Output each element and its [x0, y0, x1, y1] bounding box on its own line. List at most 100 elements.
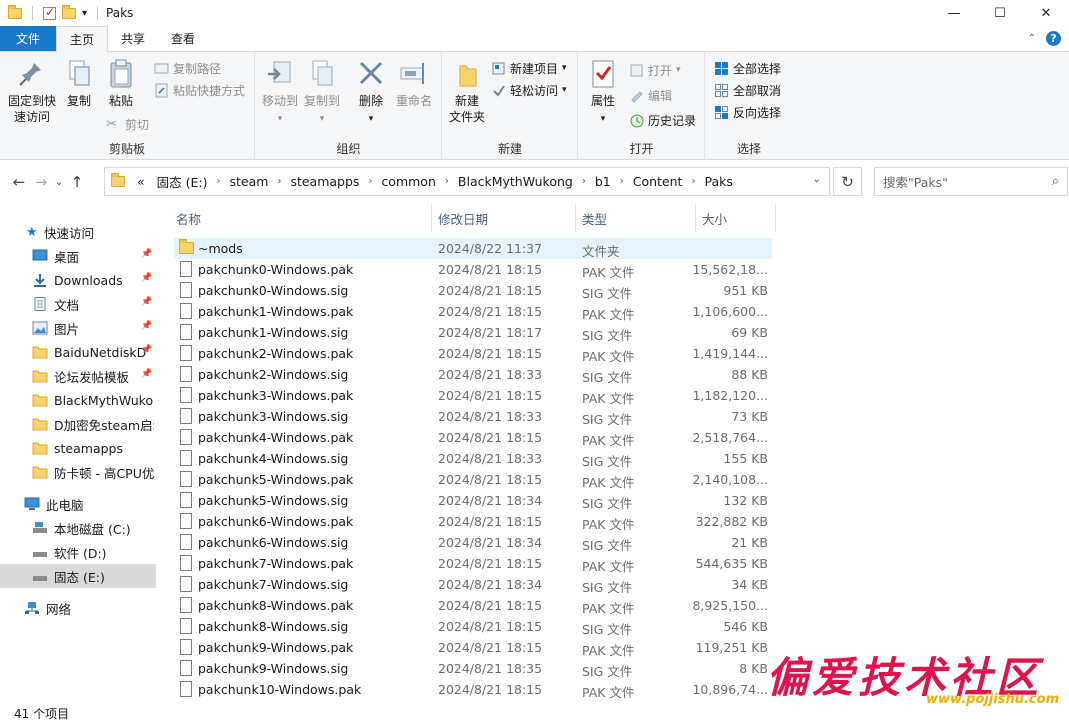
collapse-ribbon-icon[interactable]: ⌃ [1028, 33, 1036, 44]
file-row[interactable]: pakchunk6-Windows.sig 2024/8/21 18:34 SIG … [174, 532, 772, 553]
file-row[interactable]: pakchunk3-Windows.sig 2024/8/21 18:33 SIG … [174, 406, 772, 427]
minimize-button[interactable]: — [931, 0, 977, 26]
chevron-right-icon[interactable]: › [214, 176, 224, 187]
rename-button[interactable]: 重命名 [392, 58, 436, 109]
chevron-right-icon[interactable]: › [442, 176, 452, 187]
chevron-down-icon[interactable]: ⌄ [813, 174, 821, 185]
breadcrumb-overflow[interactable]: « [131, 174, 151, 189]
nav-quick-item[interactable]: 防卡顿 - 高CPU优先 [0, 460, 156, 484]
file-row[interactable]: pakchunk9-Windows.pak 2024/8/21 18:15 PAK … [174, 637, 772, 658]
paste-shortcut-button[interactable]: 粘贴快捷方式 [154, 80, 245, 100]
pin-icon[interactable]: 📌 [141, 249, 152, 259]
file-row[interactable]: pakchunk8-Windows.pak 2024/8/21 18:15 PAK … [174, 595, 772, 616]
close-button[interactable]: ✕ [1023, 0, 1069, 26]
open-button[interactable]: 打开 ▾ [629, 60, 681, 80]
file-row[interactable]: pakchunk8-Windows.sig 2024/8/21 18:15 SIG … [174, 616, 772, 637]
new-folder-icon[interactable] [62, 4, 76, 19]
breadcrumb-item[interactable]: BlackMythWukong [452, 174, 579, 189]
file-row[interactable]: pakchunk6-Windows.pak 2024/8/21 18:15 PAK … [174, 511, 772, 532]
file-row[interactable]: pakchunk7-Windows.pak 2024/8/21 18:15 PAK … [174, 553, 772, 574]
breadcrumb-item[interactable]: Content [627, 174, 689, 189]
file-row[interactable]: pakchunk1-Windows.sig 2024/8/21 18:17 SIG … [174, 322, 772, 343]
file-row[interactable]: pakchunk0-Windows.sig 2024/8/21 18:15 SIG … [174, 280, 772, 301]
tab-view[interactable]: 查看 [158, 26, 208, 51]
nav-quick-access[interactable]: ★ 快速访问 [0, 220, 156, 244]
column-header-size[interactable]: 大小 [696, 204, 776, 232]
properties-icon[interactable] [43, 5, 56, 20]
move-to-button[interactable]: 移动到 ▾ [260, 58, 300, 127]
column-header-date[interactable]: 修改日期 [432, 204, 576, 232]
history-button[interactable]: 历史记录 [629, 110, 696, 130]
nav-quick-item[interactable]: BlackMythWukong [0, 388, 156, 412]
help-icon[interactable]: ? [1046, 31, 1061, 46]
copy-button[interactable]: 复制 [62, 58, 96, 109]
file-row[interactable]: pakchunk2-Windows.sig 2024/8/21 18:33 SIG … [174, 364, 772, 385]
chevron-right-icon[interactable]: › [617, 176, 627, 187]
recent-locations-button[interactable]: ⌄ [52, 177, 66, 188]
chevron-right-icon[interactable]: › [365, 176, 375, 187]
file-row[interactable]: ~mods 2024/8/22 11:37 文件夹 [174, 238, 772, 259]
chevron-right-icon[interactable]: › [688, 176, 698, 187]
column-header-type[interactable]: 类型 [576, 204, 696, 232]
pin-icon[interactable]: 📌 [141, 273, 152, 283]
file-row[interactable]: pakchunk2-Windows.pak 2024/8/21 18:15 PAK … [174, 343, 772, 364]
nav-quick-item[interactable]: Downloads 📌 [0, 268, 156, 292]
cut-button[interactable]: ✂ 剪切 [106, 114, 149, 134]
nav-quick-item[interactable]: 文档 📌 [0, 292, 156, 316]
properties-button[interactable]: 属性 ▾ [585, 58, 621, 127]
breadcrumb-item[interactable]: common [375, 174, 441, 189]
nav-drive-e[interactable]: 固态 (E:) [0, 564, 156, 588]
file-row[interactable]: pakchunk5-Windows.pak 2024/8/21 18:15 PAK … [174, 469, 772, 490]
tab-share[interactable]: 共享 [108, 26, 158, 51]
new-item-button[interactable]: 新建项目 ▾ [491, 58, 567, 78]
nav-quick-item[interactable]: D加密免steam启动 [0, 412, 156, 436]
tab-home[interactable]: 主页 [56, 26, 109, 52]
select-none-button[interactable]: 全部取消 [714, 80, 781, 100]
chevron-right-icon[interactable]: › [274, 176, 284, 187]
file-row[interactable]: pakchunk5-Windows.sig 2024/8/21 18:34 SIG … [174, 490, 772, 511]
pin-icon[interactable]: 📌 [141, 297, 152, 307]
nav-quick-item[interactable]: 论坛发帖模板 📌 [0, 364, 156, 388]
file-row[interactable]: pakchunk1-Windows.pak 2024/8/21 18:15 PAK … [174, 301, 772, 322]
chevron-right-icon[interactable]: › [579, 176, 589, 187]
file-row[interactable]: pakchunk4-Windows.sig 2024/8/21 18:33 SIG … [174, 448, 772, 469]
address-bar[interactable]: « 固态 (E:) › steam › steamapps › common › Bla… [104, 167, 830, 196]
breadcrumb-item[interactable]: 固态 (E:) [151, 172, 214, 191]
nav-quick-item[interactable]: 桌面 📌 [0, 244, 156, 268]
nav-this-pc[interactable]: 此电脑 [0, 492, 156, 516]
pin-icon[interactable]: 📌 [141, 345, 152, 355]
breadcrumb-item[interactable]: Paks [698, 174, 738, 189]
breadcrumb-item[interactable]: steamapps [284, 174, 365, 189]
nav-drive-d[interactable]: 软件 (D:) [0, 540, 156, 564]
up-button[interactable]: ↑ [66, 173, 88, 191]
nav-quick-item[interactable]: 图片 📌 [0, 316, 156, 340]
pin-quick-access-button[interactable]: 固定到快 速访问 [4, 58, 60, 125]
nav-drive-c[interactable]: 本地磁盘 (C:) [0, 516, 156, 540]
file-row[interactable]: pakchunk7-Windows.sig 2024/8/21 18:34 SIG … [174, 574, 772, 595]
easy-access-button[interactable]: 轻松访问 ▾ [491, 80, 567, 100]
file-row[interactable]: pakchunk10-Windows.pak 2024/8/21 18:15 PAK… [174, 679, 772, 700]
paste-button[interactable]: 粘贴 [104, 58, 138, 109]
column-header-name[interactable]: ^ 名称 [170, 204, 432, 232]
file-row[interactable]: pakchunk0-Windows.pak 2024/8/21 18:15 PAK … [174, 259, 772, 280]
file-row[interactable]: pakchunk4-Windows.pak 2024/8/21 18:15 PAK … [174, 427, 772, 448]
refresh-button[interactable]: ↻ [833, 167, 862, 196]
select-all-button[interactable]: 全部选择 [714, 58, 781, 78]
forward-button[interactable]: → [30, 173, 52, 191]
nav-quick-item[interactable]: steamapps [0, 436, 156, 460]
customize-toolbar-icon[interactable]: ▾ [82, 8, 87, 19]
tab-file[interactable]: 文件 [0, 26, 57, 51]
search-input[interactable]: 搜索"Paks" ⌕ [874, 167, 1068, 196]
file-row[interactable]: pakchunk9-Windows.sig 2024/8/21 18:35 SIG … [174, 658, 772, 679]
back-button[interactable]: ← [8, 173, 30, 191]
maximize-button[interactable]: ☐ [977, 0, 1023, 26]
breadcrumb-item[interactable]: steam [224, 174, 275, 189]
edit-button[interactable]: 编辑 [629, 85, 672, 105]
invert-selection-button[interactable]: 反向选择 [714, 102, 781, 122]
pin-icon[interactable]: 📌 [141, 369, 152, 379]
copy-to-button[interactable]: 复制到 ▾ [302, 58, 342, 127]
copy-path-button[interactable]: 复制路径 [154, 58, 221, 78]
file-row[interactable]: pakchunk3-Windows.pak 2024/8/21 18:15 PAK … [174, 385, 772, 406]
nav-network[interactable]: 网络 [0, 596, 156, 620]
delete-button[interactable]: 删除 ▾ [354, 58, 388, 127]
